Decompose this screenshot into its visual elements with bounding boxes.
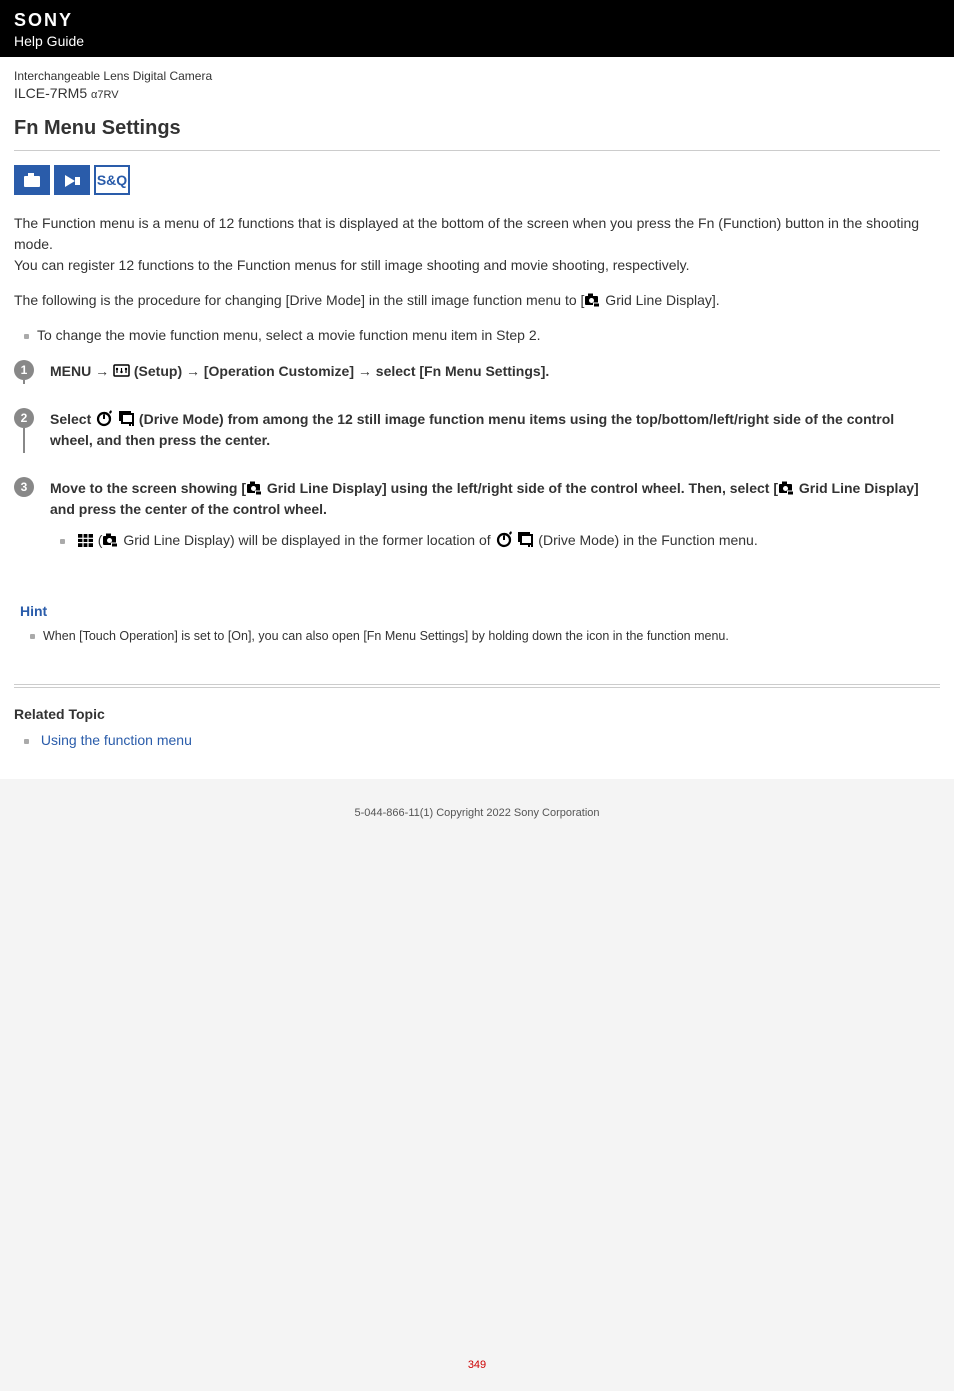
stack-icon (117, 409, 135, 427)
step-1-number: 1 (14, 360, 34, 380)
step-1-b: (Setup) → [Operation Customize] → select… (130, 363, 549, 379)
cam-mini-icon (584, 292, 601, 308)
step-2-text: Select (Drive Mode) from among the 12 st… (50, 411, 894, 448)
step-connector (23, 380, 25, 384)
section-divider (14, 684, 940, 688)
page-title: Fn Menu Settings (14, 117, 940, 140)
header-bar: SONY Help Guide (0, 0, 954, 57)
cam-mini-icon (102, 532, 119, 548)
related-link[interactable]: Using the function menu (41, 732, 192, 748)
page-number: 349 (0, 1359, 954, 1371)
copyright-text: 5-044-866-11(1) Copyright 2022 Sony Corp… (0, 807, 954, 819)
step-2: 2 Select (Drive Mode) from among the 12 … (14, 408, 940, 477)
step-connector (23, 428, 25, 453)
product-model: ILCE-7RM5 α7RV (14, 85, 940, 101)
note-list: To change the movie function menu, selec… (14, 325, 940, 346)
intro-paragraph: The Function menu is a menu of 12 functi… (14, 213, 940, 276)
step-3-sub-a: ( (94, 532, 103, 548)
step-3-sublist: ( Grid Line Display) will be displayed i… (50, 530, 940, 551)
step-3-sub-b: Grid Line Display) will be displayed in … (119, 532, 494, 548)
step-1-a: MENU → (50, 363, 113, 379)
intro-line1: The Function menu is a menu of 12 functi… (14, 215, 919, 252)
setup-icon (113, 362, 130, 379)
related-title: Related Topic (14, 706, 940, 722)
brand-logo: SONY (14, 10, 940, 31)
timer-icon (495, 530, 513, 548)
cam-mini-icon (778, 480, 795, 496)
hint-list: When [Touch Operation] is set to [On], y… (20, 627, 934, 646)
hint-box: Hint When [Touch Operation] is set to [O… (14, 599, 940, 664)
step-3: 3 Move to the screen showing [ Grid Line… (14, 477, 940, 577)
related-list: Using the function menu (14, 730, 940, 751)
hint-item: When [Touch Operation] is set to [On], y… (30, 627, 934, 646)
step-1: 1 MENU → (Setup) → [Operation Customize]… (14, 360, 940, 408)
mode-icon-row: S&Q (14, 165, 940, 195)
step-3-number: 3 (14, 477, 34, 497)
step-3-b: Grid Line Display] using the left/right … (263, 480, 778, 496)
model-code: ILCE-7RM5 (14, 85, 87, 101)
model-alpha: α7RV (91, 89, 119, 101)
timer-icon (95, 409, 113, 427)
note-item: To change the movie function menu, selec… (24, 325, 940, 346)
step-3-sub-c: (Drive Mode) in the Function menu. (534, 532, 757, 548)
grid-icon (77, 533, 94, 548)
movie-mode-icon (54, 165, 90, 195)
still-mode-icon (14, 165, 50, 195)
footer: 5-044-866-11(1) Copyright 2022 Sony Corp… (0, 779, 954, 1391)
steps-list: 1 MENU → (Setup) → [Operation Customize]… (14, 360, 940, 577)
title-divider (14, 150, 940, 151)
hint-title: Hint (20, 603, 934, 619)
help-guide-label: Help Guide (14, 33, 940, 49)
procedure-intro: The following is the procedure for chang… (14, 290, 940, 311)
step-3-text: Move to the screen showing [ Grid Line D… (50, 480, 919, 517)
step-1-text: MENU → (Setup) → [Operation Customize] →… (50, 363, 549, 379)
step-3-a: Move to the screen showing [ (50, 480, 246, 496)
step-3-subitem: ( Grid Line Display) will be displayed i… (60, 530, 940, 551)
related-section: Related Topic Using the function menu (14, 706, 940, 751)
cam-mini-icon (246, 480, 263, 496)
stack-icon (516, 530, 534, 548)
content-region: Interchangeable Lens Digital Camera ILCE… (0, 57, 954, 751)
related-item: Using the function menu (24, 730, 940, 751)
step-2-a: Select (50, 411, 95, 427)
intro-line2: You can register 12 functions to the Fun… (14, 257, 690, 273)
proc-text-a: The following is the procedure for chang… (14, 292, 584, 308)
proc-text-b: Grid Line Display]. (601, 292, 719, 308)
product-description: Interchangeable Lens Digital Camera (14, 69, 940, 83)
step-2-b: (Drive Mode) from among the 12 still ima… (50, 411, 894, 448)
sq-mode-icon: S&Q (94, 165, 130, 195)
step-2-number: 2 (14, 408, 34, 428)
